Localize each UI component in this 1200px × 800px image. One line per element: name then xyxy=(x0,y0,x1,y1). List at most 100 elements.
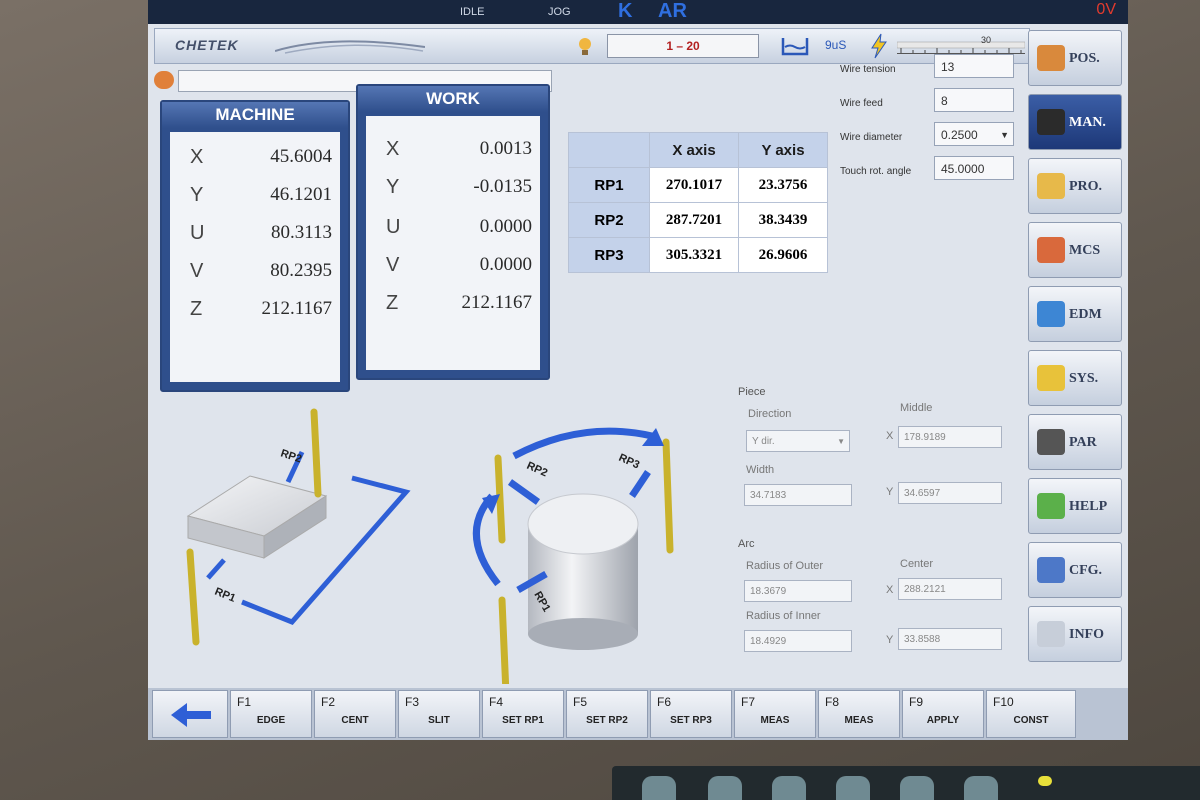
rp-table-header: X axis Y axis xyxy=(568,132,828,168)
side-man-button[interactable]: MAN. xyxy=(1028,94,1122,150)
machine-row-x: X 45.6004 xyxy=(190,146,332,168)
table-row: RP1 270.1017 23.3756 xyxy=(568,167,828,203)
arrow-left-icon xyxy=(171,703,211,727)
hardware-button[interactable] xyxy=(964,776,998,800)
work-row-y: Y -0.0135 xyxy=(386,176,532,198)
gauge-mark: 30 xyxy=(981,35,992,45)
rp1-x: 270.1017 xyxy=(649,167,739,203)
col-y-axis: Y axis xyxy=(738,132,828,168)
work-row-x: X 0.0013 xyxy=(386,138,532,160)
center-y-field[interactable]: 33.8588 xyxy=(898,628,1002,650)
f5-set-rp2-button[interactable]: F5 SET RP2 xyxy=(566,690,648,738)
wire-diameter-select[interactable]: 0.2500 ▼ xyxy=(934,122,1014,146)
alert-icon[interactable] xyxy=(154,71,174,89)
voltage-readout: 0V xyxy=(1096,1,1116,18)
wire-tension-label: Wire tension xyxy=(840,64,896,75)
touch-angle-label: Touch rot. angle xyxy=(840,166,912,177)
lightning-icon xyxy=(871,33,887,59)
rp3-y: 26.9606 xyxy=(738,237,828,273)
col-x-axis: X axis xyxy=(649,132,739,168)
machine-row-y: Y 46.1201 xyxy=(190,184,332,206)
touch-angle-field[interactable]: 45.0000 xyxy=(934,156,1014,180)
rp2-button[interactable]: RP2 xyxy=(568,202,650,238)
chevron-down-icon: ▼ xyxy=(837,437,845,446)
arc-title: Arc xyxy=(738,538,755,550)
help-icon xyxy=(1037,493,1065,519)
middle-x-label: X xyxy=(886,430,894,442)
width-field[interactable]: 34.7183 xyxy=(744,484,852,506)
ar-indicator: AR xyxy=(658,0,687,22)
inner-radius-label: Radius of Inner xyxy=(746,610,821,622)
mcs-icon xyxy=(1037,237,1065,263)
f8-button[interactable]: F8 MEAS xyxy=(818,690,900,738)
back-button[interactable] xyxy=(152,690,228,738)
direction-select[interactable]: Y dir. ▼ xyxy=(746,430,850,452)
hardware-button[interactable] xyxy=(836,776,870,800)
machine-panel: MACHINE X 45.6004 Y 46.1201 U 80.3113 V 80.2… xyxy=(160,100,350,392)
block-rp2-label: RP2 xyxy=(279,447,303,465)
f3-slit-button[interactable]: F3 SLIT xyxy=(398,690,480,738)
machine-row-z: Z 212.1167 xyxy=(190,298,332,320)
pulse-time: 9uS xyxy=(825,38,847,52)
piece-title: Piece xyxy=(738,386,766,398)
hardware-button-strip xyxy=(612,766,1200,800)
header-bar: CHETEK 1 – 20 9uS 30 xyxy=(154,28,1030,64)
side-edm-button[interactable]: EDM xyxy=(1028,286,1122,342)
middle-x-field[interactable]: 178.9189 xyxy=(898,426,1002,448)
machine-row-v: V 80.2395 xyxy=(190,260,332,282)
rp1-button[interactable]: RP1 xyxy=(568,167,650,203)
machine-coords: X 45.6004 Y 46.1201 U 80.3113 V 80.2395 Z 212… xyxy=(170,132,340,382)
side-pos-button[interactable]: POS. xyxy=(1028,30,1122,86)
f2-cent-button[interactable]: F2 CENT xyxy=(314,690,396,738)
config-icon xyxy=(1037,557,1065,583)
hardware-button[interactable] xyxy=(642,776,676,800)
f1-edge-button[interactable]: F1 EDGE xyxy=(230,690,312,738)
f4-set-rp1-button[interactable]: F4 SET RP1 xyxy=(482,690,564,738)
side-par-button[interactable]: PAR xyxy=(1028,414,1122,470)
f10-button[interactable]: F10 CONST xyxy=(986,690,1076,738)
table-row: RP2 287.7201 38.3439 xyxy=(568,202,828,238)
power-led-icon xyxy=(1038,776,1052,786)
table-corner xyxy=(568,132,650,168)
inner-radius-field[interactable]: 18.4929 xyxy=(744,630,852,652)
power-gauge xyxy=(896,39,1026,54)
middle-y-field[interactable]: 34.6597 xyxy=(898,482,1002,504)
range-display[interactable]: 1 – 20 xyxy=(607,34,759,58)
f9-button[interactable]: F9 APPLY xyxy=(902,690,984,738)
water-tank-icon[interactable] xyxy=(780,35,810,57)
wire-tension-field[interactable]: 13 xyxy=(934,54,1014,78)
side-info-button[interactable]: INFO xyxy=(1028,606,1122,662)
screen: IDLE JOG K AR 0V CHETEK 1 – 20 9uS 30 MA… xyxy=(148,0,1128,740)
center-label: Center xyxy=(900,558,934,570)
work-coords: X 0.0013 Y -0.0135 U 0.0000 V 0.0000 Z 212.11… xyxy=(366,116,540,370)
rp3-button[interactable]: RP3 xyxy=(568,237,650,273)
cyl-rp3-label: RP3 xyxy=(617,452,641,472)
f6-set-rp3-button[interactable]: F6 SET RP3 xyxy=(650,690,732,738)
lamp-icon[interactable] xyxy=(575,35,595,57)
logo-swoosh-icon xyxy=(275,40,425,54)
f7-button[interactable]: F7 MEAS xyxy=(734,690,816,738)
center-x-field[interactable]: 288.2121 xyxy=(898,578,1002,600)
rp-table: X axis Y axis RP1 270.1017 23.3756 RP2 2… xyxy=(568,132,828,273)
wire-feed-field[interactable]: 8 xyxy=(934,88,1014,112)
status-strip: IDLE JOG K AR 0V xyxy=(148,0,1128,24)
side-sys-button[interactable]: SYS. xyxy=(1028,350,1122,406)
side-mcs-button[interactable]: MCS xyxy=(1028,222,1122,278)
side-help-button[interactable]: HELP xyxy=(1028,478,1122,534)
edm-icon xyxy=(1037,301,1065,327)
rp2-x: 287.7201 xyxy=(649,202,739,238)
program-icon xyxy=(1037,173,1065,199)
outer-radius-field[interactable]: 18.3679 xyxy=(744,580,852,602)
side-cfg-button[interactable]: CFG. xyxy=(1028,542,1122,598)
hardware-button[interactable] xyxy=(772,776,806,800)
block-rp1-label: RP1 xyxy=(213,586,237,605)
center-x-label: X xyxy=(886,584,894,596)
hardware-button[interactable] xyxy=(900,776,934,800)
hardware-button[interactable] xyxy=(708,776,742,800)
direction-label: Direction xyxy=(748,408,792,420)
rp3-x: 305.3321 xyxy=(649,237,739,273)
position-icon xyxy=(1037,45,1065,71)
side-pro-button[interactable]: PRO. xyxy=(1028,158,1122,214)
center-y-label: Y xyxy=(886,634,894,646)
middle-y-label: Y xyxy=(886,486,894,498)
